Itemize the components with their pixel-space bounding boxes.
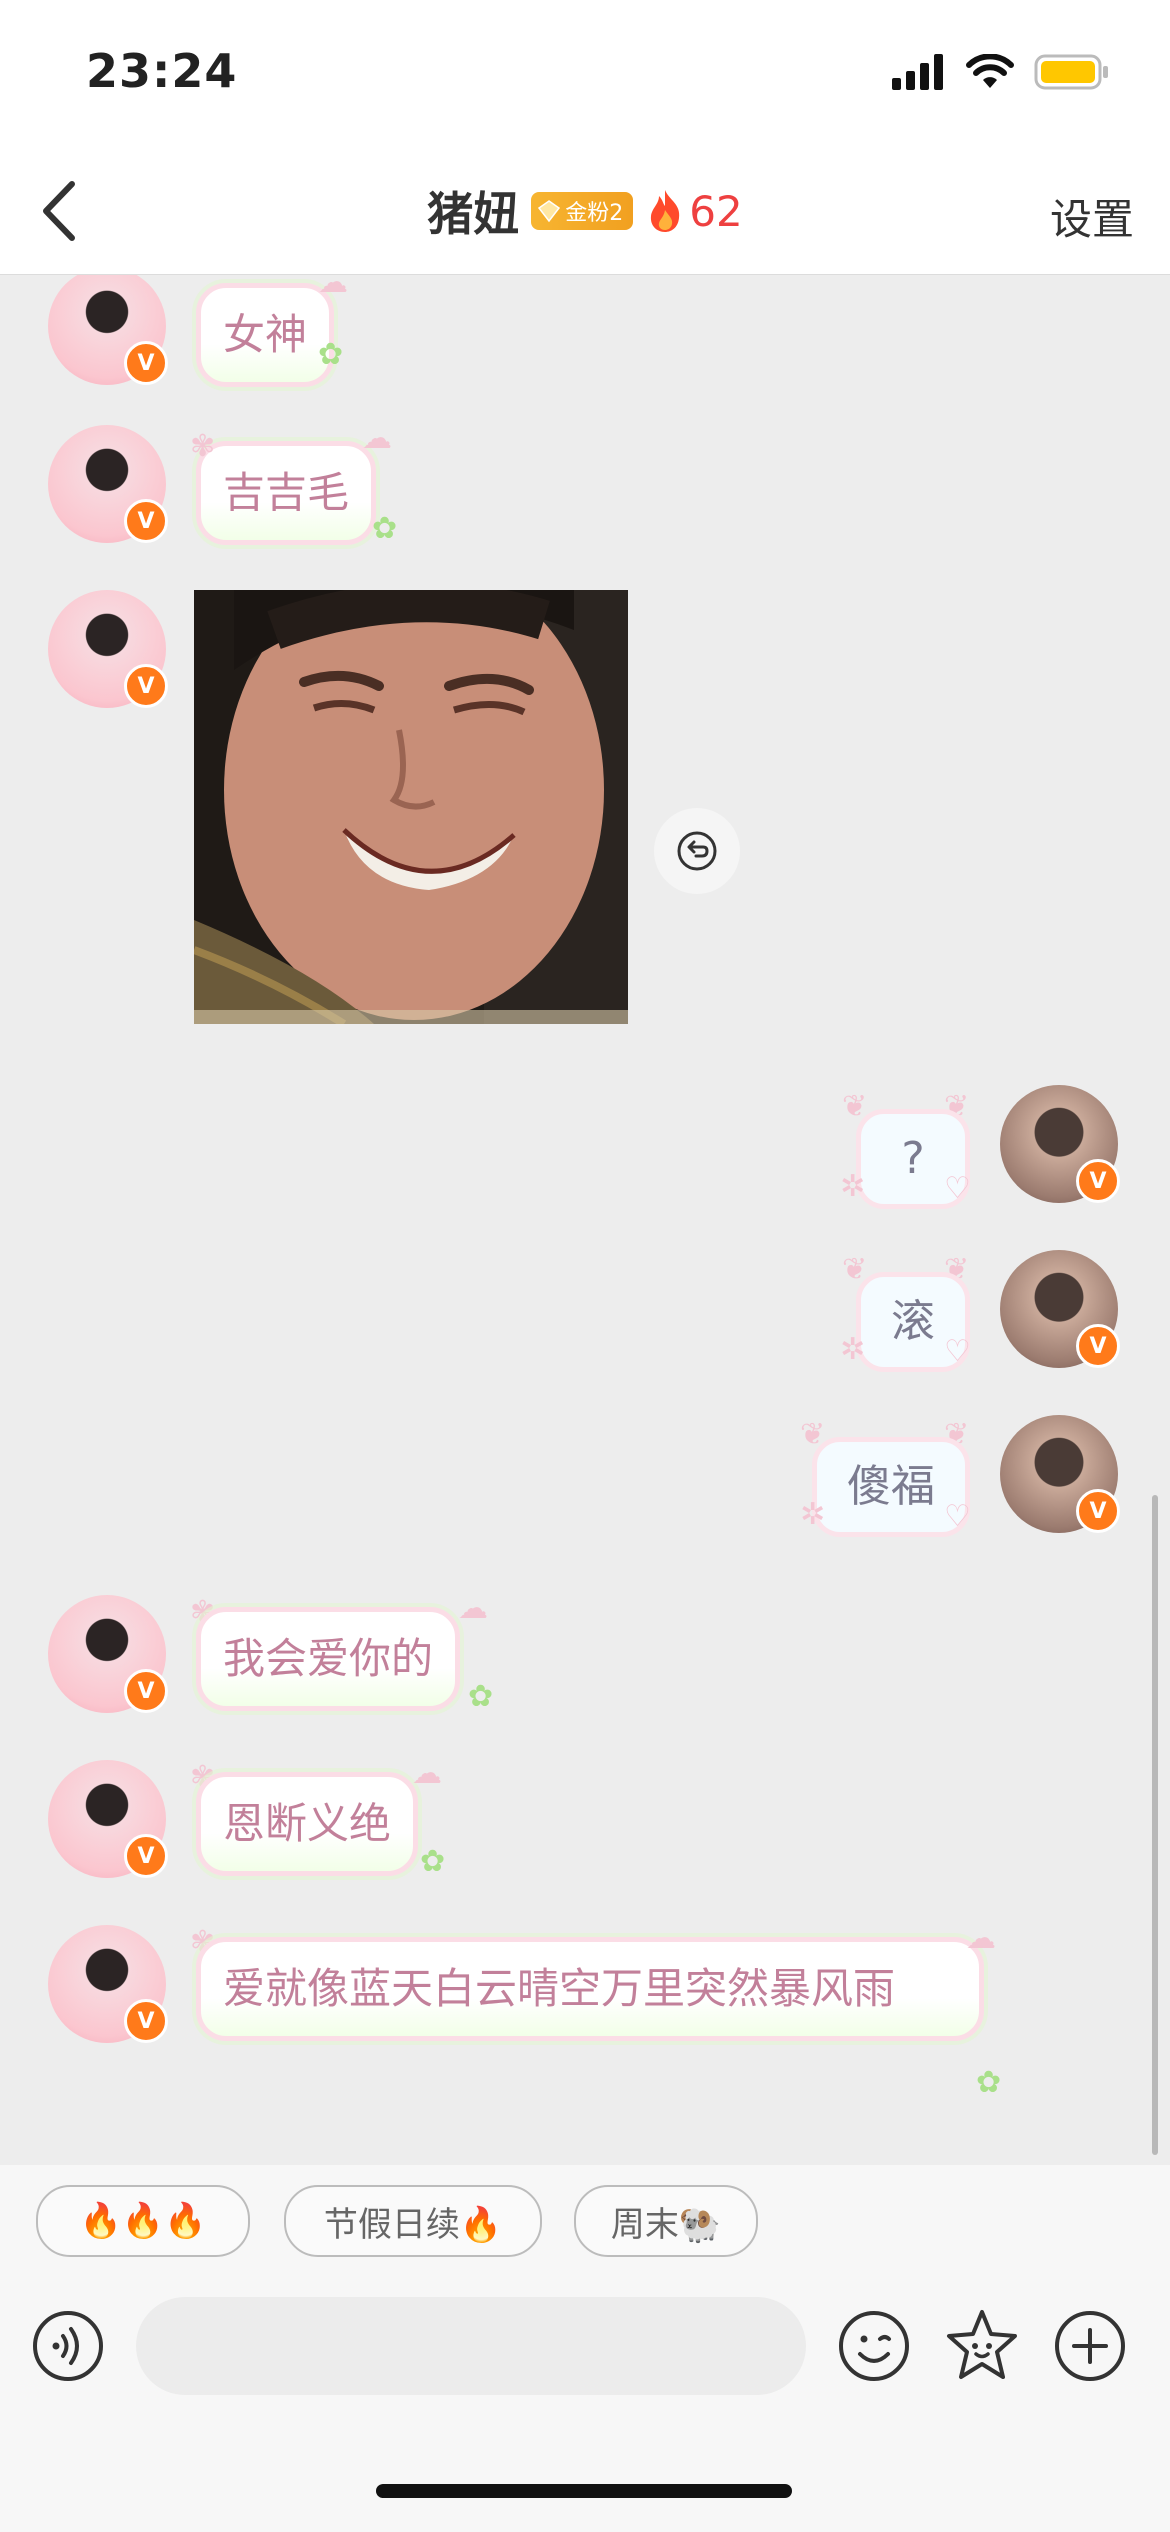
message-left: V ✾ 爱就像蓝天白云晴空万里突然暴风雨 ☁ ✿ [0, 1921, 1170, 2125]
verified-badge: V [124, 1999, 168, 2043]
verified-badge: V [124, 499, 168, 543]
voice-icon[interactable] [30, 2308, 106, 2384]
recall-arrow-icon [677, 831, 717, 871]
heart-decoration-icon: ♡ [944, 1499, 971, 1534]
home-indicator[interactable] [376, 2484, 792, 2498]
status-time: 23:24 [86, 44, 238, 98]
chat-header: 猪妞 金粉2 62 设置 [0, 150, 1170, 275]
quick-reply-chip[interactable]: 节假日续🔥 [284, 2185, 542, 2257]
cloud-decoration-icon: ☁ [362, 421, 392, 456]
clover-decoration-icon: ✿ [468, 1679, 494, 1714]
message-left-image: V [0, 590, 1170, 1030]
contact-name[interactable]: 猪妞 [427, 178, 519, 244]
sparkle-decoration-icon: ✲ [840, 1169, 866, 1204]
fan-level-badge: 金粉2 [531, 192, 634, 230]
cloud-decoration-icon: ☁ [966, 1921, 996, 1956]
wifi-icon [966, 54, 1014, 88]
message-right: V ❦ ❦ 滚 ✲ ♡ [0, 1250, 1170, 1380]
message-left: V 女神 ☁ ✿ [0, 275, 1170, 395]
sparkle-decoration-icon: ✲ [840, 1332, 866, 1367]
shared-photo[interactable] [194, 590, 628, 1024]
quick-reply-chip[interactable]: 🔥🔥🔥 [36, 2185, 250, 2257]
verified-badge: V [1076, 1159, 1120, 1203]
emoji-icon[interactable] [836, 2308, 912, 2384]
clover-decoration-icon: ✿ [372, 511, 398, 546]
chat-message-list[interactable]: V 女神 ☁ ✿ V 吉吉毛 ✾ ☁ ✿ V V ❦ ❦ ? ✲ ♡ V ❦ ❦… [0, 275, 1170, 2165]
verified-badge: V [1076, 1324, 1120, 1368]
message-input[interactable] [136, 2297, 806, 2395]
fire-count-value: 62 [689, 186, 743, 236]
fire-icon [651, 190, 680, 232]
fan-badge-label: 金粉2 [565, 201, 624, 226]
message-bubble[interactable]: 恩断义绝 [196, 1772, 419, 1876]
clover-decoration-icon: ✿ [318, 337, 344, 372]
verified-badge: V [124, 341, 168, 385]
message-left: V ✾ 我会爱你的 ☁ ✿ [0, 1591, 1170, 1735]
chat-scrollbar[interactable] [1152, 1495, 1158, 2155]
cloud-decoration-icon: ☁ [318, 275, 348, 300]
diamond-icon [538, 200, 561, 223]
clover-decoration-icon: ✿ [976, 2065, 1002, 2100]
quick-reply-bar: 🔥🔥🔥 节假日续🔥 周末🐏 [0, 2165, 1170, 2275]
heart-decoration-icon: ♡ [944, 1171, 971, 1206]
message-bubble[interactable]: 我会爱你的 [196, 1607, 461, 1711]
flower-decoration-icon: ✾ [190, 429, 216, 464]
verified-badge: V [124, 1834, 168, 1878]
status-icons [892, 52, 1110, 92]
verified-badge: V [1076, 1489, 1120, 1533]
sparkle-decoration-icon: ✲ [800, 1497, 826, 1532]
signal-icon [892, 54, 943, 90]
recall-message-button[interactable] [654, 808, 740, 894]
cloud-decoration-icon: ☁ [458, 1591, 488, 1626]
quick-reply-chip[interactable]: 周末🐏 [574, 2185, 758, 2257]
header-center: 猪妞 金粉2 62 [0, 178, 1170, 244]
verified-badge: V [124, 664, 168, 708]
cloud-decoration-icon: ☁ [412, 1756, 442, 1791]
intimacy-streak: 62 [645, 186, 743, 236]
message-left: V ✾ 恩断义绝 ☁ ✿ [0, 1756, 1170, 1900]
sticker-icon[interactable] [944, 2308, 1020, 2384]
message-right: V ❦ ❦ ? ✲ ♡ [0, 1085, 1170, 1215]
heart-decoration-icon: ♡ [944, 1334, 971, 1369]
clover-decoration-icon: ✿ [420, 1844, 446, 1879]
verified-badge: V [124, 1669, 168, 1713]
plus-icon[interactable] [1052, 2308, 1128, 2384]
message-bubble[interactable]: 女神 [196, 283, 335, 387]
message-right: V ❦ ❦ 傻福 ✲ ♡ [0, 1415, 1170, 1545]
message-bubble[interactable]: 爱就像蓝天白云晴空万里突然暴风雨 [196, 1937, 984, 2041]
message-left: V 吉吉毛 ✾ ☁ ✿ [0, 421, 1170, 555]
message-bubble[interactable]: 吉吉毛 [196, 441, 377, 545]
battery-icon [1034, 54, 1108, 90]
settings-button[interactable]: 设置 [1050, 186, 1134, 247]
status-bar: 23:24 [0, 0, 1170, 150]
